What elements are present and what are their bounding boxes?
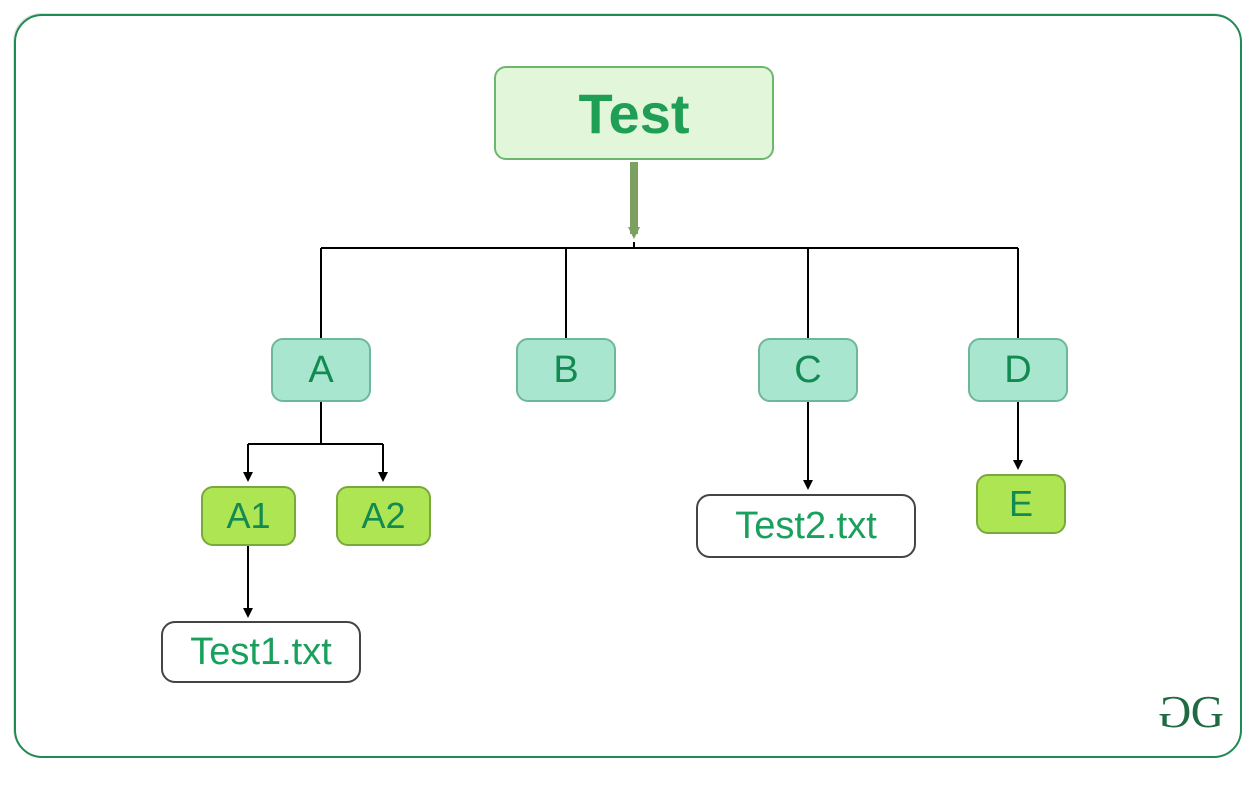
node-folder-a: A [271,338,371,402]
node-folder-a1: A1 [201,486,296,546]
logo-left-glyph: G [1164,685,1191,738]
logo-right-glyph: G [1191,686,1218,737]
node-a1-label: A1 [226,495,270,537]
node-folder-d: D [968,338,1068,402]
node-a-label: A [308,349,333,392]
node-c-label: C [794,349,821,392]
node-d-label: D [1004,349,1031,392]
diagram-frame: Test A B C D A1 A2 E Test1.txt Test2.txt… [14,14,1242,758]
node-a2-label: A2 [361,495,405,537]
node-file-test2: Test2.txt [696,494,916,558]
node-e-label: E [1009,483,1033,525]
node-folder-a2: A2 [336,486,431,546]
brand-logo: GG [1164,685,1218,738]
file-test2-label: Test2.txt [735,505,877,548]
file-test1-label: Test1.txt [190,631,332,674]
node-root-test: Test [494,66,774,160]
node-folder-c: C [758,338,858,402]
node-folder-b: B [516,338,616,402]
node-root-label: Test [579,81,690,146]
node-b-label: B [553,349,578,392]
node-file-test1: Test1.txt [161,621,361,683]
node-folder-e: E [976,474,1066,534]
